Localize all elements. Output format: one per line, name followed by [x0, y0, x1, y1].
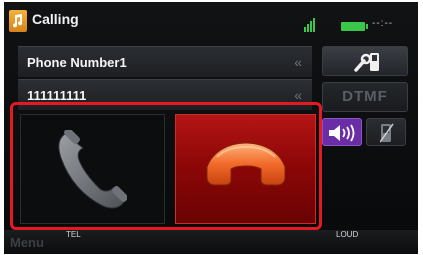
phone-answer-icon [58, 130, 127, 209]
speaker-output-button[interactable] [322, 118, 362, 146]
end-call-button[interactable] [175, 114, 316, 224]
phone-settings-icon [354, 53, 379, 72]
music-app-icon[interactable] [9, 10, 27, 32]
scroll-text-icon[interactable]: « [294, 54, 302, 70]
answer-call-button[interactable] [20, 114, 165, 224]
scroll-text-icon[interactable]: « [294, 87, 302, 103]
phone-hangup-icon [206, 142, 286, 186]
speaker-icon [329, 124, 355, 142]
tel-indicator: TEL [66, 230, 81, 239]
caller-name: Phone Number1 [27, 55, 127, 70]
bottom-bar: Menu TEL LOUD [4, 230, 418, 254]
handset-output-button[interactable] [366, 118, 406, 146]
caller-number: 111111111 [27, 88, 87, 103]
caller-name-row[interactable]: Phone Number1 « [18, 46, 312, 77]
loud-indicator: LOUD [336, 230, 359, 239]
dtmf-button[interactable]: DTMF [322, 82, 408, 112]
handset-icon [380, 123, 394, 143]
status-time: --:-- [372, 18, 394, 29]
header-bar: Calling --:-- [4, 2, 418, 42]
battery-icon [341, 22, 368, 31]
signal-icon [304, 18, 315, 32]
screen-title: Calling [32, 11, 79, 27]
head-unit-screen: Calling --:-- Phone Number1 « 111111111 … [4, 2, 418, 254]
call-action-panel [10, 102, 322, 230]
phone-settings-button[interactable] [322, 46, 408, 76]
menu-button[interactable]: Menu [10, 235, 44, 250]
